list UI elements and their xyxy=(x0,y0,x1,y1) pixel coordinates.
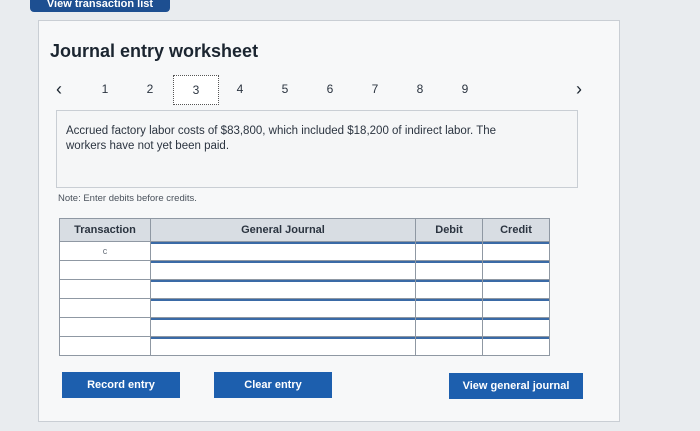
page-4[interactable]: 4 xyxy=(227,80,253,98)
debit-input[interactable] xyxy=(416,242,482,260)
clear-entry-button[interactable]: Clear entry xyxy=(214,372,332,398)
page-5[interactable]: 5 xyxy=(272,80,298,98)
view-transaction-list-tab[interactable]: View transaction list xyxy=(30,0,170,12)
transaction-description: Accrued factory labor costs of $83,800, … xyxy=(66,125,497,152)
account-input[interactable] xyxy=(151,280,415,298)
credit-input[interactable] xyxy=(483,280,549,298)
header-transaction: Transaction xyxy=(59,218,151,242)
transaction-cell xyxy=(59,279,151,299)
page-title: Journal entry worksheet xyxy=(50,41,259,61)
transaction-cell xyxy=(59,298,151,318)
page-8[interactable]: 8 xyxy=(407,80,433,98)
debit-input[interactable] xyxy=(416,318,482,336)
header-general-journal: General Journal xyxy=(150,218,416,242)
transaction-cell xyxy=(59,260,151,280)
credit-input[interactable] xyxy=(483,242,549,260)
credit-input[interactable] xyxy=(483,337,549,355)
table-row xyxy=(59,317,550,337)
debit-input[interactable] xyxy=(416,299,482,317)
table-row xyxy=(59,336,550,356)
account-input[interactable] xyxy=(151,318,415,336)
table-row xyxy=(59,279,550,299)
debit-input[interactable] xyxy=(416,337,482,355)
credit-input[interactable] xyxy=(483,318,549,336)
view-general-journal-button[interactable]: View general journal xyxy=(449,373,583,399)
table-row xyxy=(59,298,550,318)
credit-input[interactable] xyxy=(483,299,549,317)
account-input[interactable] xyxy=(151,337,415,355)
page-3[interactable]: 3 xyxy=(173,75,219,105)
debit-input[interactable] xyxy=(416,261,482,279)
table-row xyxy=(59,260,550,280)
debit-input[interactable] xyxy=(416,280,482,298)
header-credit: Credit xyxy=(482,218,550,242)
page-2[interactable]: 2 xyxy=(137,80,163,98)
journal-table: Transaction General Journal Debit Credit… xyxy=(59,218,550,356)
chevron-right-icon[interactable]: › xyxy=(576,79,582,100)
transaction-value: c xyxy=(102,246,108,256)
page-1[interactable]: 1 xyxy=(92,80,118,98)
account-input[interactable] xyxy=(151,299,415,317)
table-row: c xyxy=(59,241,550,261)
page-9[interactable]: 9 xyxy=(452,80,478,98)
transaction-cell xyxy=(59,317,151,337)
record-entry-button[interactable]: Record entry xyxy=(62,372,180,398)
page-6[interactable]: 6 xyxy=(317,80,343,98)
credit-input[interactable] xyxy=(483,261,549,279)
page-7[interactable]: 7 xyxy=(362,80,388,98)
account-input[interactable] xyxy=(151,261,415,279)
transaction-cell xyxy=(59,336,151,356)
note-text: Note: Enter debits before credits. xyxy=(58,193,197,204)
transaction-cell: c xyxy=(59,241,151,261)
account-input[interactable] xyxy=(151,242,415,260)
chevron-left-icon[interactable]: ‹ xyxy=(56,79,62,100)
header-debit: Debit xyxy=(415,218,483,242)
